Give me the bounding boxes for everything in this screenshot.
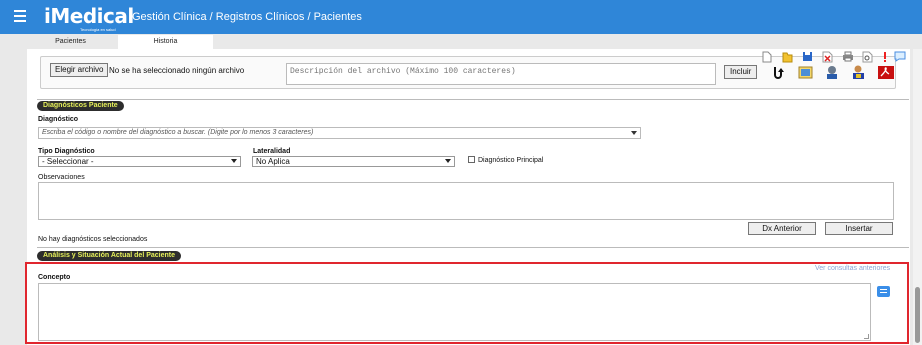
doctor-icon[interactable] <box>824 65 840 80</box>
imedical-logo[interactable]: iMedical Tecnología en salud <box>44 4 134 32</box>
observations-label: Observaciones <box>38 174 85 181</box>
refresh-icon[interactable] <box>772 65 786 80</box>
section-divider <box>37 247 909 248</box>
tab-pacientes[interactable]: Pacientes <box>23 35 118 49</box>
tab-historia[interactable]: Historia <box>118 35 213 49</box>
laterality-value: No Aplica <box>256 157 290 166</box>
diagnosis-search-input[interactable]: Escriba el código o nombre del diagnósti… <box>38 127 641 139</box>
section-divider <box>37 99 909 100</box>
insert-diagnosis-button[interactable]: Insertar <box>825 222 893 235</box>
principal-diagnosis-label: Diagnóstico Principal <box>478 157 544 164</box>
scrollbar-thumb[interactable] <box>915 287 920 343</box>
action-toolbar <box>749 51 909 83</box>
chevron-down-icon <box>445 159 451 163</box>
brand-name: iMedical <box>44 4 134 28</box>
chevron-down-icon <box>231 159 237 163</box>
concept-textarea[interactable] <box>38 283 871 341</box>
file-description-input[interactable] <box>286 63 716 85</box>
analysis-section-title: Análisis y Situación Actual del Paciente <box>37 251 182 261</box>
hamburger-menu-icon[interactable] <box>14 10 26 22</box>
diagnostics-section-title: Diagnósticos Paciente <box>37 101 124 111</box>
resize-grip-icon[interactable] <box>864 334 869 339</box>
diagnosis-placeholder: Escriba el código o nombre del diagnósti… <box>42 129 314 136</box>
diagnosis-type-label: Tipo Diagnóstico <box>38 148 95 155</box>
no-diagnoses-message: No hay diagnósticos seleccionados <box>38 236 148 243</box>
main-content: Elegir archivo No se ha seleccionado nin… <box>25 49 910 345</box>
folder-icon[interactable] <box>782 51 793 63</box>
laterality-select[interactable]: No Aplica <box>252 156 455 167</box>
comment-icon[interactable] <box>894 51 906 62</box>
diagnosis-label: Diagnóstico <box>38 116 79 123</box>
laterality-label: Lateralidad <box>253 148 291 155</box>
diagnosis-type-value: - Seleccionar - <box>42 157 94 166</box>
tab-bar: Pacientes Historia <box>23 35 213 49</box>
chat-icon[interactable] <box>877 286 890 297</box>
concept-label: Concepto <box>38 274 71 281</box>
brand-tagline: Tecnología en salud <box>80 27 116 32</box>
print-icon[interactable] <box>842 51 854 62</box>
delete-icon[interactable] <box>822 51 833 63</box>
diagnosis-type-select[interactable]: - Seleccionar - <box>38 156 241 167</box>
breadcrumb: Gestión Clínica / Registros Clínicos / P… <box>132 11 362 23</box>
top-bar: iMedical Tecnología en salud Gestión Clí… <box>0 0 922 34</box>
principal-diagnosis-checkbox[interactable] <box>468 156 475 163</box>
file-status: No se ha seleccionado ningún archivo <box>109 66 245 75</box>
chevron-down-icon[interactable] <box>631 131 637 135</box>
users-icon[interactable] <box>850 65 867 80</box>
preview-icon[interactable] <box>862 51 873 63</box>
save-icon[interactable] <box>802 51 813 62</box>
vertical-scrollbar[interactable] <box>913 49 922 345</box>
report-icon[interactable] <box>798 65 815 80</box>
pdf-icon[interactable] <box>877 65 895 80</box>
choose-file-button[interactable]: Elegir archivo <box>50 63 109 77</box>
observations-textarea[interactable] <box>38 182 894 220</box>
new-document-icon[interactable] <box>762 51 772 63</box>
alert-icon[interactable] <box>882 51 888 63</box>
previous-consultations-link[interactable]: Ver consultas anteriores <box>815 265 890 272</box>
dx-previous-button[interactable]: Dx Anterior <box>748 222 816 235</box>
